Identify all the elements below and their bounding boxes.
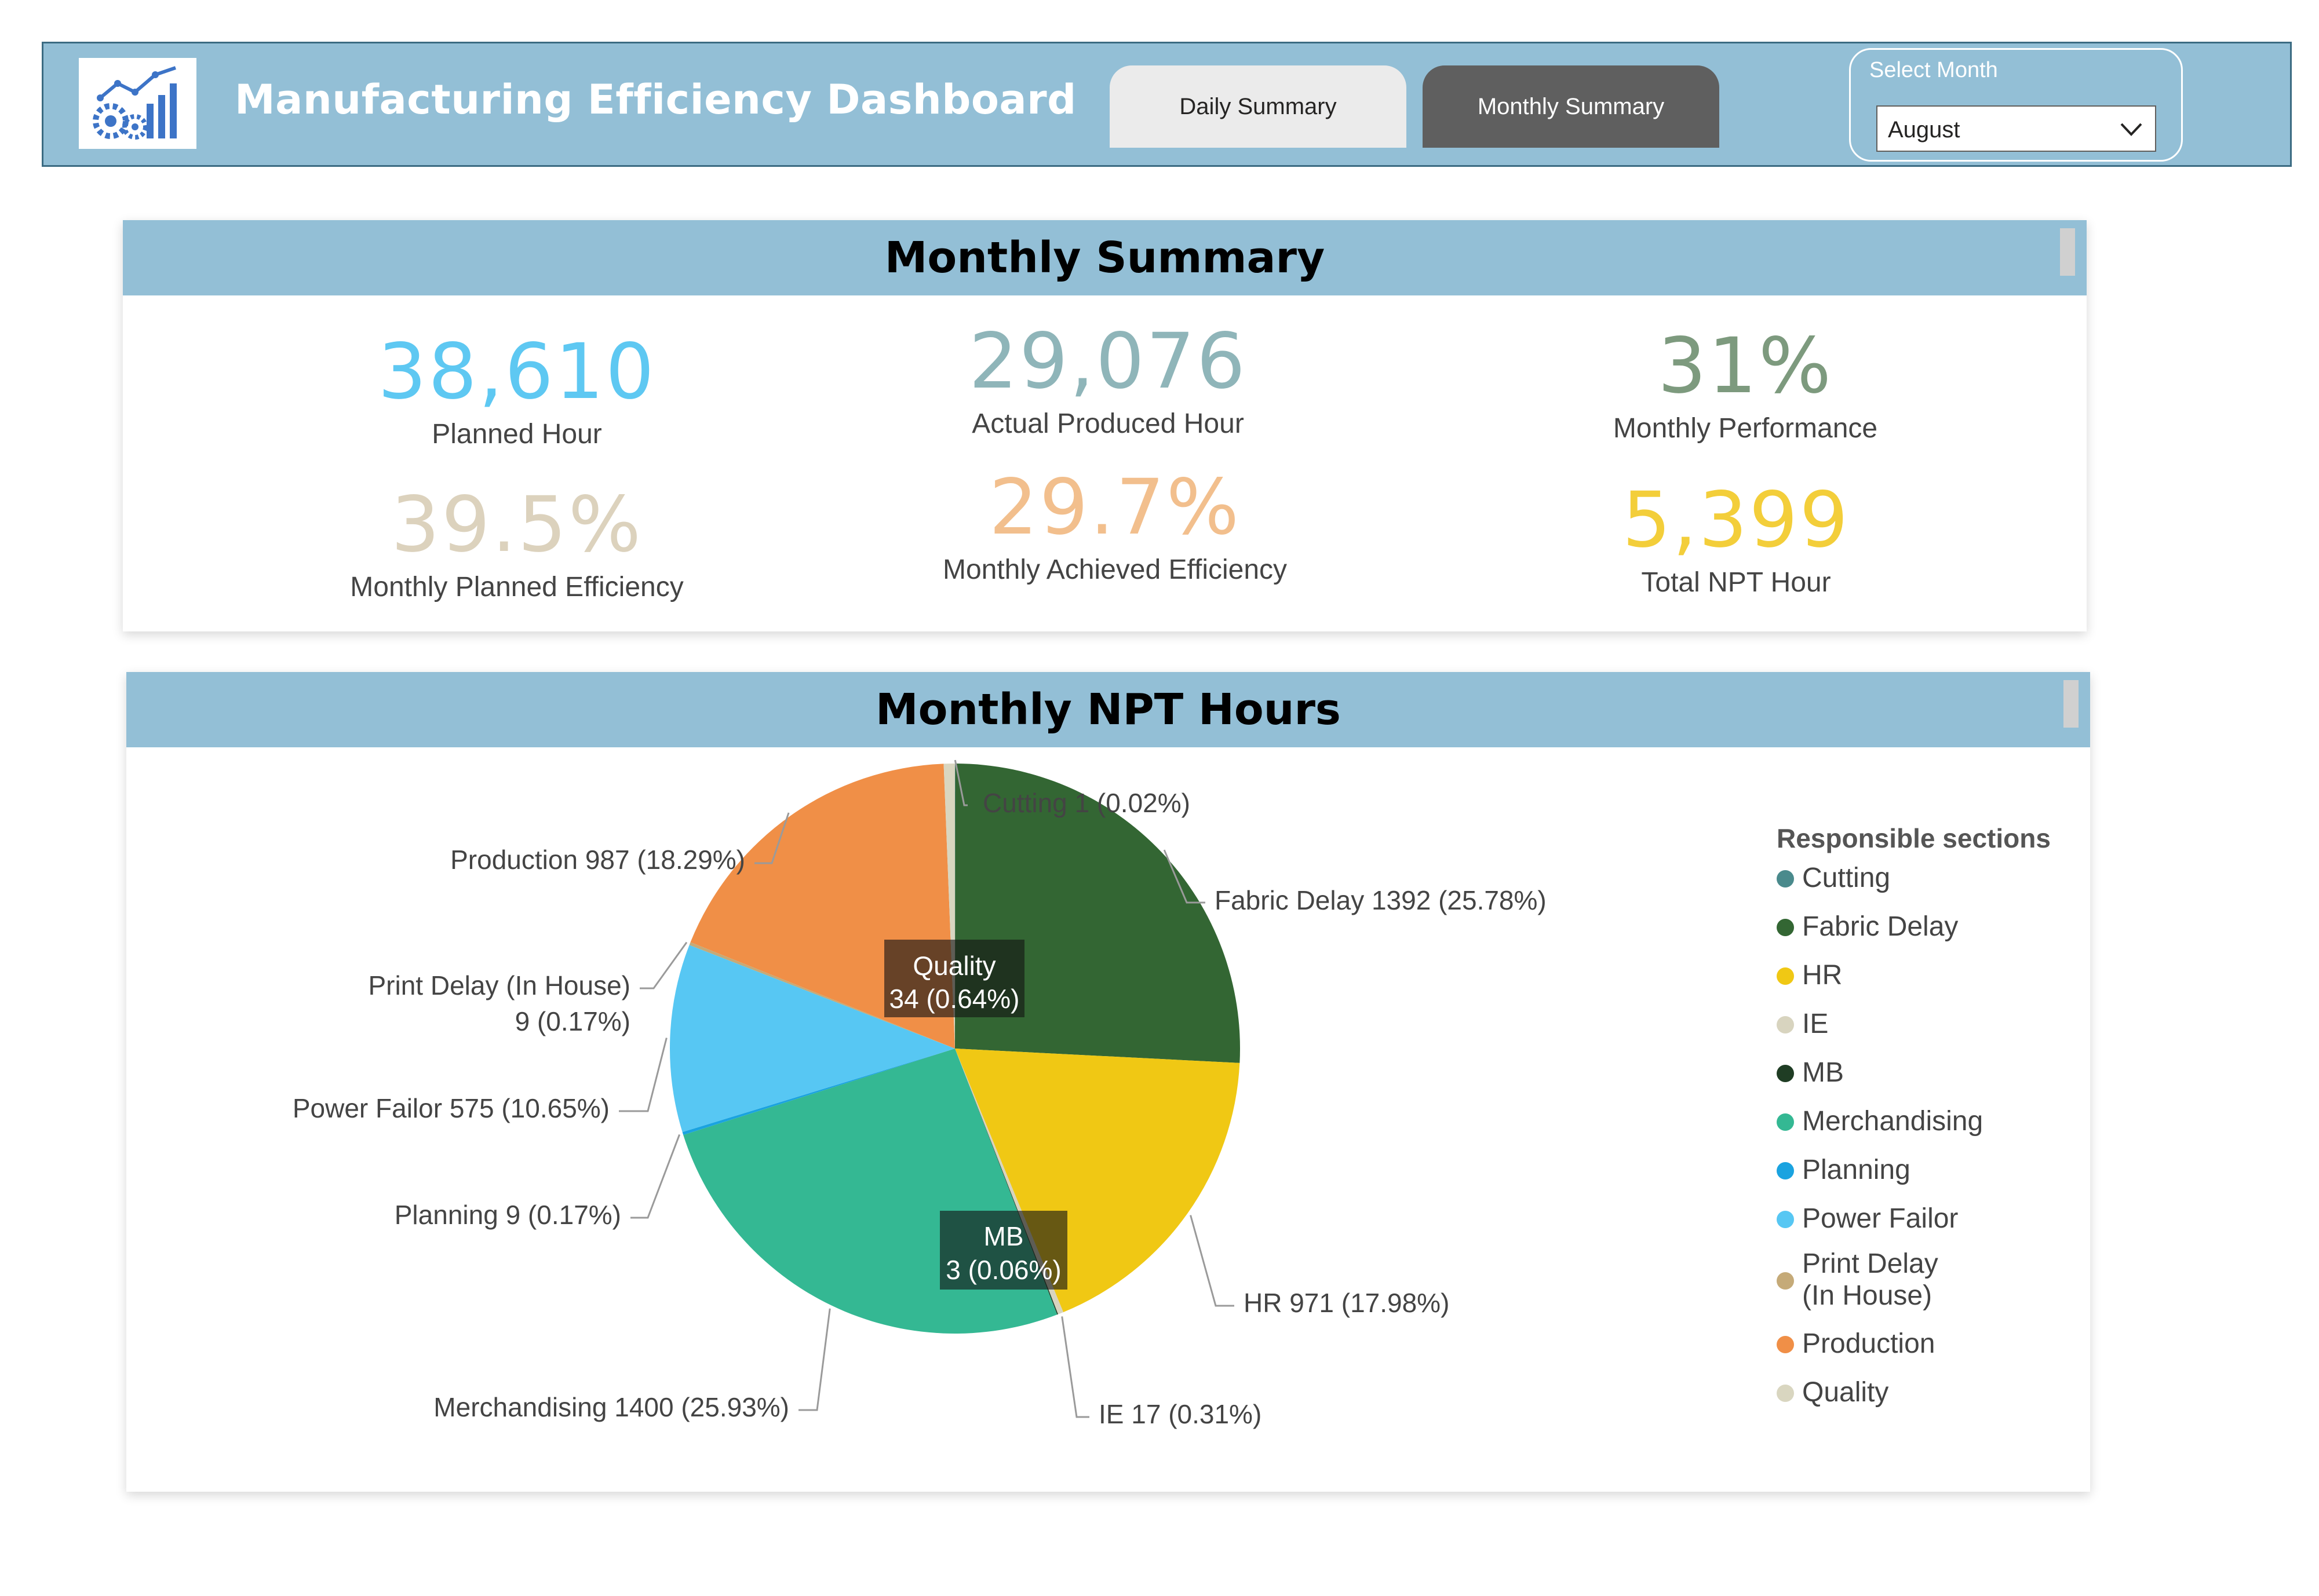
slice-label-print-delay-name: Print Delay (In House) bbox=[369, 970, 631, 1000]
legend-item-hr[interactable]: HR bbox=[1777, 959, 2078, 1008]
kpi-label: Total NPT Hour bbox=[1641, 567, 1831, 598]
legend-item-ie[interactable]: IE bbox=[1777, 1008, 2078, 1057]
leader-line bbox=[630, 1134, 681, 1219]
monthly-npt-panel: Monthly NPT Hours Cutting 1 (0.02%) Fabr… bbox=[126, 672, 2090, 1492]
tab-monthly-summary[interactable]: Monthly Summary bbox=[1423, 65, 1719, 148]
legend-label: Planning bbox=[1802, 1155, 1910, 1185]
slice-label-hr: HR 971 (17.98%) bbox=[1244, 1288, 1449, 1318]
legend-dot bbox=[1777, 1065, 1794, 1082]
kpi-actual-produced-hour: 29,076 Actual Produced Hour bbox=[847, 323, 1369, 440]
kpi-planned-hour: 38,610 Planned Hour bbox=[256, 334, 778, 450]
scroll-handle[interactable] bbox=[2060, 228, 2075, 276]
month-dropdown[interactable]: August bbox=[1876, 105, 2156, 152]
month-slicer: Select Month August bbox=[1849, 48, 2183, 162]
kpi-label: Actual Produced Hour bbox=[972, 408, 1244, 439]
legend-dot bbox=[1777, 870, 1794, 888]
chevron-down-icon bbox=[2120, 123, 2142, 136]
kpi-value: 38,610 bbox=[378, 327, 656, 417]
slice-label-planning: Planning 9 (0.17%) bbox=[395, 1200, 621, 1230]
scroll-handle[interactable] bbox=[2063, 680, 2079, 728]
kpi-monthly-performance: 31% Monthly Performance bbox=[1485, 328, 2006, 444]
kpi-value: 29,076 bbox=[969, 317, 1247, 406]
leader-line bbox=[1061, 1316, 1089, 1418]
legend-item-planning[interactable]: Planning bbox=[1777, 1154, 2078, 1203]
legend-label: HR bbox=[1802, 960, 1843, 991]
analytics-gears-icon bbox=[92, 65, 177, 140]
leader-line bbox=[798, 1308, 831, 1411]
legend-item-power-failor[interactable]: Power Failor bbox=[1777, 1203, 2078, 1248]
slice-label-cutting: Cutting 1 (0.02%) bbox=[983, 788, 1190, 818]
leader-line bbox=[619, 1038, 668, 1112]
kpi-value: 31% bbox=[1657, 322, 1833, 411]
monthly-summary-header: Monthly Summary bbox=[123, 220, 2087, 295]
legend-dot bbox=[1777, 1385, 1794, 1402]
tab-label: Daily Summary bbox=[1179, 93, 1337, 119]
legend-item-quality[interactable]: Quality bbox=[1777, 1376, 2078, 1425]
legend-label: Cutting bbox=[1802, 863, 1891, 893]
slice-label-print-delay-value: 9 (0.17%) bbox=[515, 1006, 630, 1036]
slice-label-power-failor: Power Failor 575 (10.65%) bbox=[293, 1093, 610, 1123]
legend-dot bbox=[1777, 1162, 1794, 1179]
kpi-label: Planned Hour bbox=[432, 419, 602, 450]
kpi-monthly-achieved-efficiency: 29.7% Monthly Achieved Efficiency bbox=[854, 469, 1376, 586]
kpi-label: Monthly Performance bbox=[1613, 413, 1878, 444]
legend-label: Production bbox=[1802, 1328, 1935, 1359]
legend-item-fabric-delay[interactable]: Fabric Delay bbox=[1777, 911, 2078, 959]
kpi-value: 5,399 bbox=[1622, 476, 1850, 565]
panel-title: Monthly Summary bbox=[884, 233, 1325, 283]
slice-label-ie: IE 17 (0.31%) bbox=[1099, 1399, 1261, 1429]
kpi-label: Monthly Planned Efficiency bbox=[350, 572, 684, 602]
mb-data-label-name: MB bbox=[984, 1221, 1024, 1251]
kpi-monthly-planned-efficiency: 39.5% Monthly Planned Efficiency bbox=[256, 487, 778, 603]
slicer-title: Select Month bbox=[1869, 58, 1998, 82]
app-title: Manufacturing Efficiency Dashboard bbox=[235, 76, 1077, 123]
legend-dot bbox=[1777, 1113, 1794, 1131]
dashboard-header: Manufacturing Efficiency Dashboard Daily… bbox=[42, 42, 2292, 167]
tab-label: Monthly Summary bbox=[1477, 93, 1665, 119]
slice-label-production: Production 987 (18.29%) bbox=[450, 845, 745, 875]
legend-label: IE bbox=[1802, 1009, 1829, 1039]
kpi-value: 29.7% bbox=[989, 463, 1241, 552]
legend-dot bbox=[1777, 1016, 1794, 1033]
npt-pie-chart: Cutting 1 (0.02%) Fabric Delay 1392 (25.… bbox=[293, 759, 1547, 1429]
kpi-label: Monthly Achieved Efficiency bbox=[942, 554, 1288, 585]
legend-item-merchandising[interactable]: Merchandising bbox=[1777, 1105, 2078, 1154]
slice-label-fabric-delay: Fabric Delay 1392 (25.78%) bbox=[1215, 885, 1547, 915]
legend-dot bbox=[1777, 1211, 1794, 1228]
quality-data-label-value: 34 (0.64%) bbox=[889, 984, 1019, 1014]
legend-label: Merchandising bbox=[1802, 1106, 1983, 1137]
legend-dot bbox=[1777, 1336, 1794, 1353]
legend-title: Responsible sections bbox=[1777, 823, 2051, 853]
legend-dot bbox=[1777, 1272, 1794, 1290]
monthly-summary-panel: Monthly Summary 38,610 Planned Hour 29,0… bbox=[123, 220, 2087, 631]
legend-label: (In House) bbox=[1802, 1280, 1932, 1311]
legend-dot bbox=[1777, 967, 1794, 985]
legend-item-production[interactable]: Production bbox=[1777, 1328, 2078, 1376]
quality-data-label-name: Quality bbox=[913, 951, 996, 981]
legend-item-mb[interactable]: MB bbox=[1777, 1057, 2078, 1105]
slice-label-merchandising: Merchandising 1400 (25.93%) bbox=[433, 1392, 789, 1422]
kpi-value: 39.5% bbox=[391, 480, 643, 569]
legend-label: Print Delay bbox=[1802, 1248, 1938, 1279]
kpi-total-npt-hour: 5,399 Total NPT Hour bbox=[1475, 482, 1997, 598]
legend-label: Power Failor bbox=[1802, 1203, 1959, 1234]
leader-line bbox=[1190, 1215, 1234, 1307]
logo bbox=[79, 58, 196, 149]
month-selected-value: August bbox=[1888, 117, 1960, 143]
legend-item-cutting[interactable]: Cutting bbox=[1777, 862, 2078, 911]
legend: Responsible sections Cutting Fabric Dela… bbox=[1777, 823, 2078, 1425]
legend-label: MB bbox=[1802, 1057, 1844, 1088]
mb-data-label-value: 3 (0.06%) bbox=[946, 1255, 1061, 1285]
legend-item-print-delay[interactable]: Print Delay (In House) bbox=[1777, 1248, 2078, 1328]
legend-label: Quality bbox=[1802, 1377, 1889, 1408]
legend-label: Fabric Delay bbox=[1802, 911, 1959, 942]
tab-daily-summary[interactable]: Daily Summary bbox=[1110, 65, 1406, 148]
legend-dot bbox=[1777, 919, 1794, 936]
